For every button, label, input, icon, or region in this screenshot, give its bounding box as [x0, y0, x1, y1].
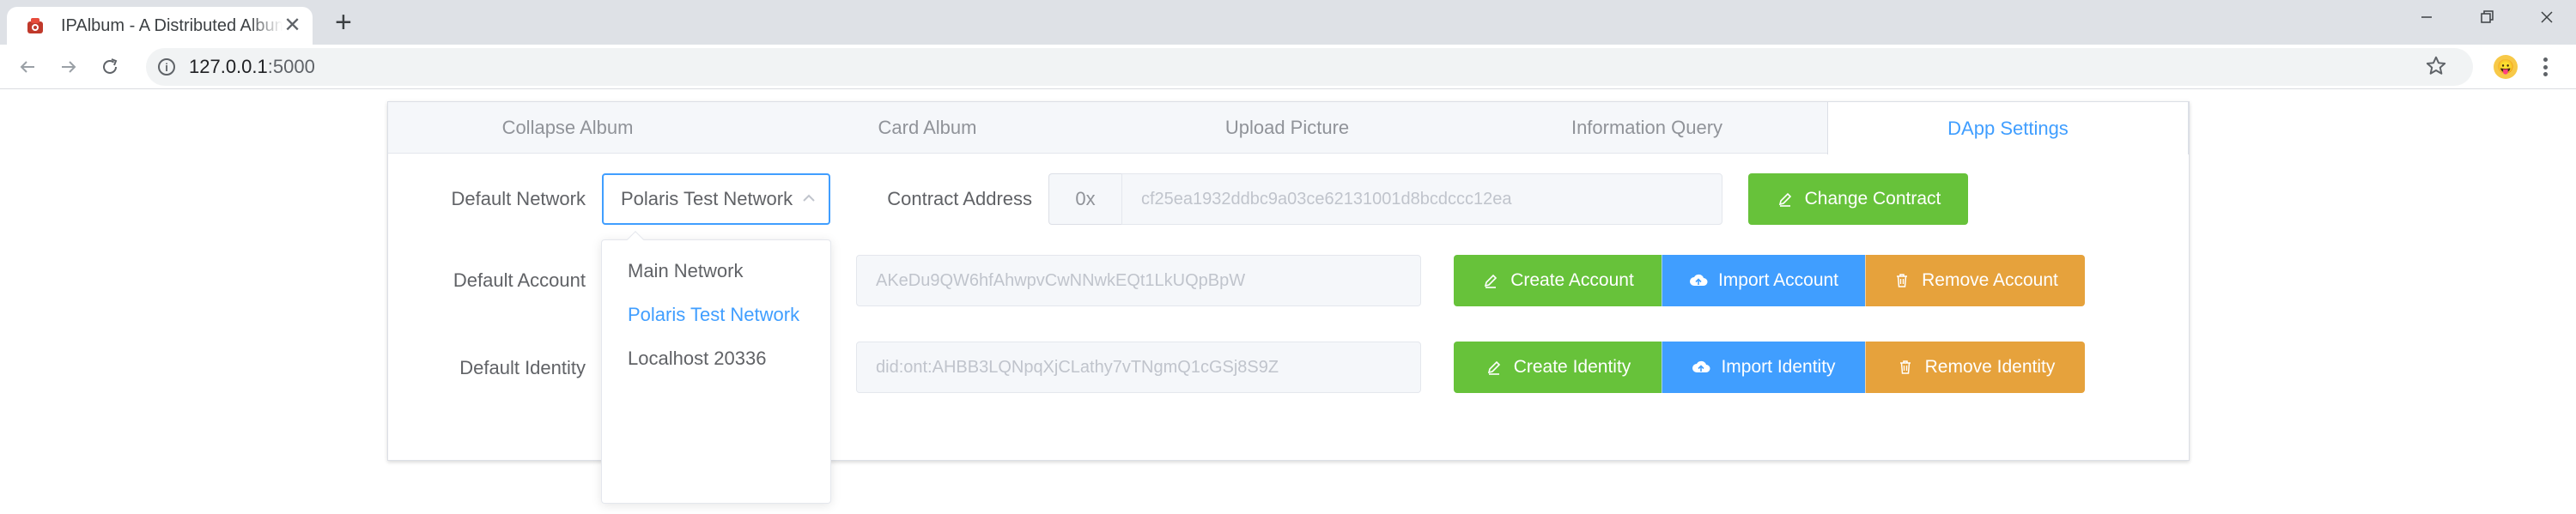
remove-identity-button[interactable]: Remove Identity	[1865, 342, 2085, 393]
create-identity-label: Create Identity	[1513, 357, 1631, 377]
identity-input[interactable]: did:ont:AHBB3LQNpqXjCLathy7vTNgmQ1cGSj8S…	[856, 342, 1421, 393]
browser-tabstrip: IPAlbum - A Distributed Album ✕ +	[0, 0, 2576, 45]
window-close-icon[interactable]	[2521, 0, 2573, 34]
tab-title: IPAlbum - A Distributed Album	[60, 15, 283, 35]
minimize-icon[interactable]	[2401, 0, 2452, 34]
browser-tab[interactable]: IPAlbum - A Distributed Album ✕	[7, 7, 313, 45]
tab-upload-picture[interactable]: Upload Picture	[1108, 102, 1467, 154]
network-dropdown: Main Network Polaris Test Network Localh…	[601, 231, 831, 504]
contract-address-group: 0x cf25ea1932ddbc9a03ce62131001d8bcdccc1…	[1048, 173, 1722, 225]
forward-arrow-icon[interactable]	[55, 53, 82, 81]
default-network-label: Default Network	[451, 188, 586, 209]
contract-address-input[interactable]: cf25ea1932ddbc9a03ce62131001d8bcdccc12ea	[1121, 173, 1722, 225]
network-select-value: Polaris Test Network	[621, 188, 793, 209]
bookmark-star-icon[interactable]	[2425, 55, 2447, 83]
remove-account-button[interactable]: Remove Account	[1865, 255, 2085, 306]
app-tabs: Collapse Album Card Album Upload Picture…	[388, 102, 2189, 154]
remove-identity-label: Remove Identity	[1924, 357, 2056, 377]
reload-icon[interactable]	[96, 53, 124, 81]
url-text: 127.0.0.1:5000	[189, 56, 315, 77]
back-arrow-icon[interactable]	[14, 53, 41, 81]
site-info-icon[interactable]: i	[158, 58, 175, 76]
import-account-label: Import Account	[1717, 270, 1839, 290]
tab-close-icon[interactable]: ✕	[283, 15, 302, 36]
network-option[interactable]: Main Network	[602, 249, 830, 293]
create-identity-button[interactable]: Create Identity	[1454, 342, 1662, 393]
profile-avatar-icon[interactable]: 😛	[2494, 55, 2518, 79]
change-contract-label: Change Contract	[1804, 189, 1941, 209]
address-bar[interactable]: i 127.0.0.1:5000	[146, 48, 2473, 86]
trash-icon	[1896, 358, 1915, 377]
new-tab-button[interactable]: +	[335, 8, 352, 37]
edit-icon	[1776, 190, 1795, 209]
remove-account-label: Remove Account	[1922, 270, 2058, 290]
network-option[interactable]: Localhost 20336	[602, 336, 830, 380]
tab-collapse-album[interactable]: Collapse Album	[388, 102, 748, 154]
tab-card-album[interactable]: Card Album	[748, 102, 1108, 154]
change-contract-button[interactable]: Change Contract	[1748, 173, 1968, 225]
import-identity-label: Import Identity	[1721, 357, 1836, 377]
trash-icon	[1893, 271, 1911, 290]
identity-group: did:ont:AHBB3LQNpqXjCLathy7vTNgmQ1cGSj8S…	[856, 342, 1421, 393]
app-favicon-icon	[26, 15, 46, 36]
contract-prefix: 0x	[1048, 173, 1121, 225]
tab-information-query[interactable]: Information Query	[1467, 102, 1827, 154]
cloud-upload-icon	[1692, 358, 1710, 377]
account-input[interactable]: AKeDu9QW6hfAhwpvCwNNwkEQt1LkUQpBpW	[856, 255, 1421, 306]
network-option[interactable]: Polaris Test Network	[602, 293, 830, 336]
edit-icon	[1485, 358, 1504, 377]
default-identity-label: Default Identity	[459, 357, 586, 378]
browser-menu-icon[interactable]	[2540, 55, 2550, 79]
create-account-label: Create Account	[1510, 270, 1634, 290]
contract-address-label: Contract Address	[887, 188, 1032, 209]
tab-dapp-settings[interactable]: DApp Settings	[1827, 102, 2189, 154]
create-account-button[interactable]: Create Account	[1454, 255, 1662, 306]
default-account-label: Default Account	[453, 269, 586, 291]
cloud-upload-icon	[1689, 271, 1708, 290]
import-account-button[interactable]: Import Account	[1662, 255, 1865, 306]
restore-icon[interactable]	[2461, 0, 2512, 34]
account-group: AKeDu9QW6hfAhwpvCwNNwkEQt1LkUQpBpW	[856, 255, 1421, 306]
chevron-up-icon	[801, 190, 817, 206]
network-select[interactable]: Polaris Test Network	[602, 173, 830, 225]
edit-icon	[1481, 271, 1500, 290]
import-identity-button[interactable]: Import Identity	[1662, 342, 1865, 393]
browser-toolbar: i 127.0.0.1:5000 😛	[0, 45, 2576, 89]
